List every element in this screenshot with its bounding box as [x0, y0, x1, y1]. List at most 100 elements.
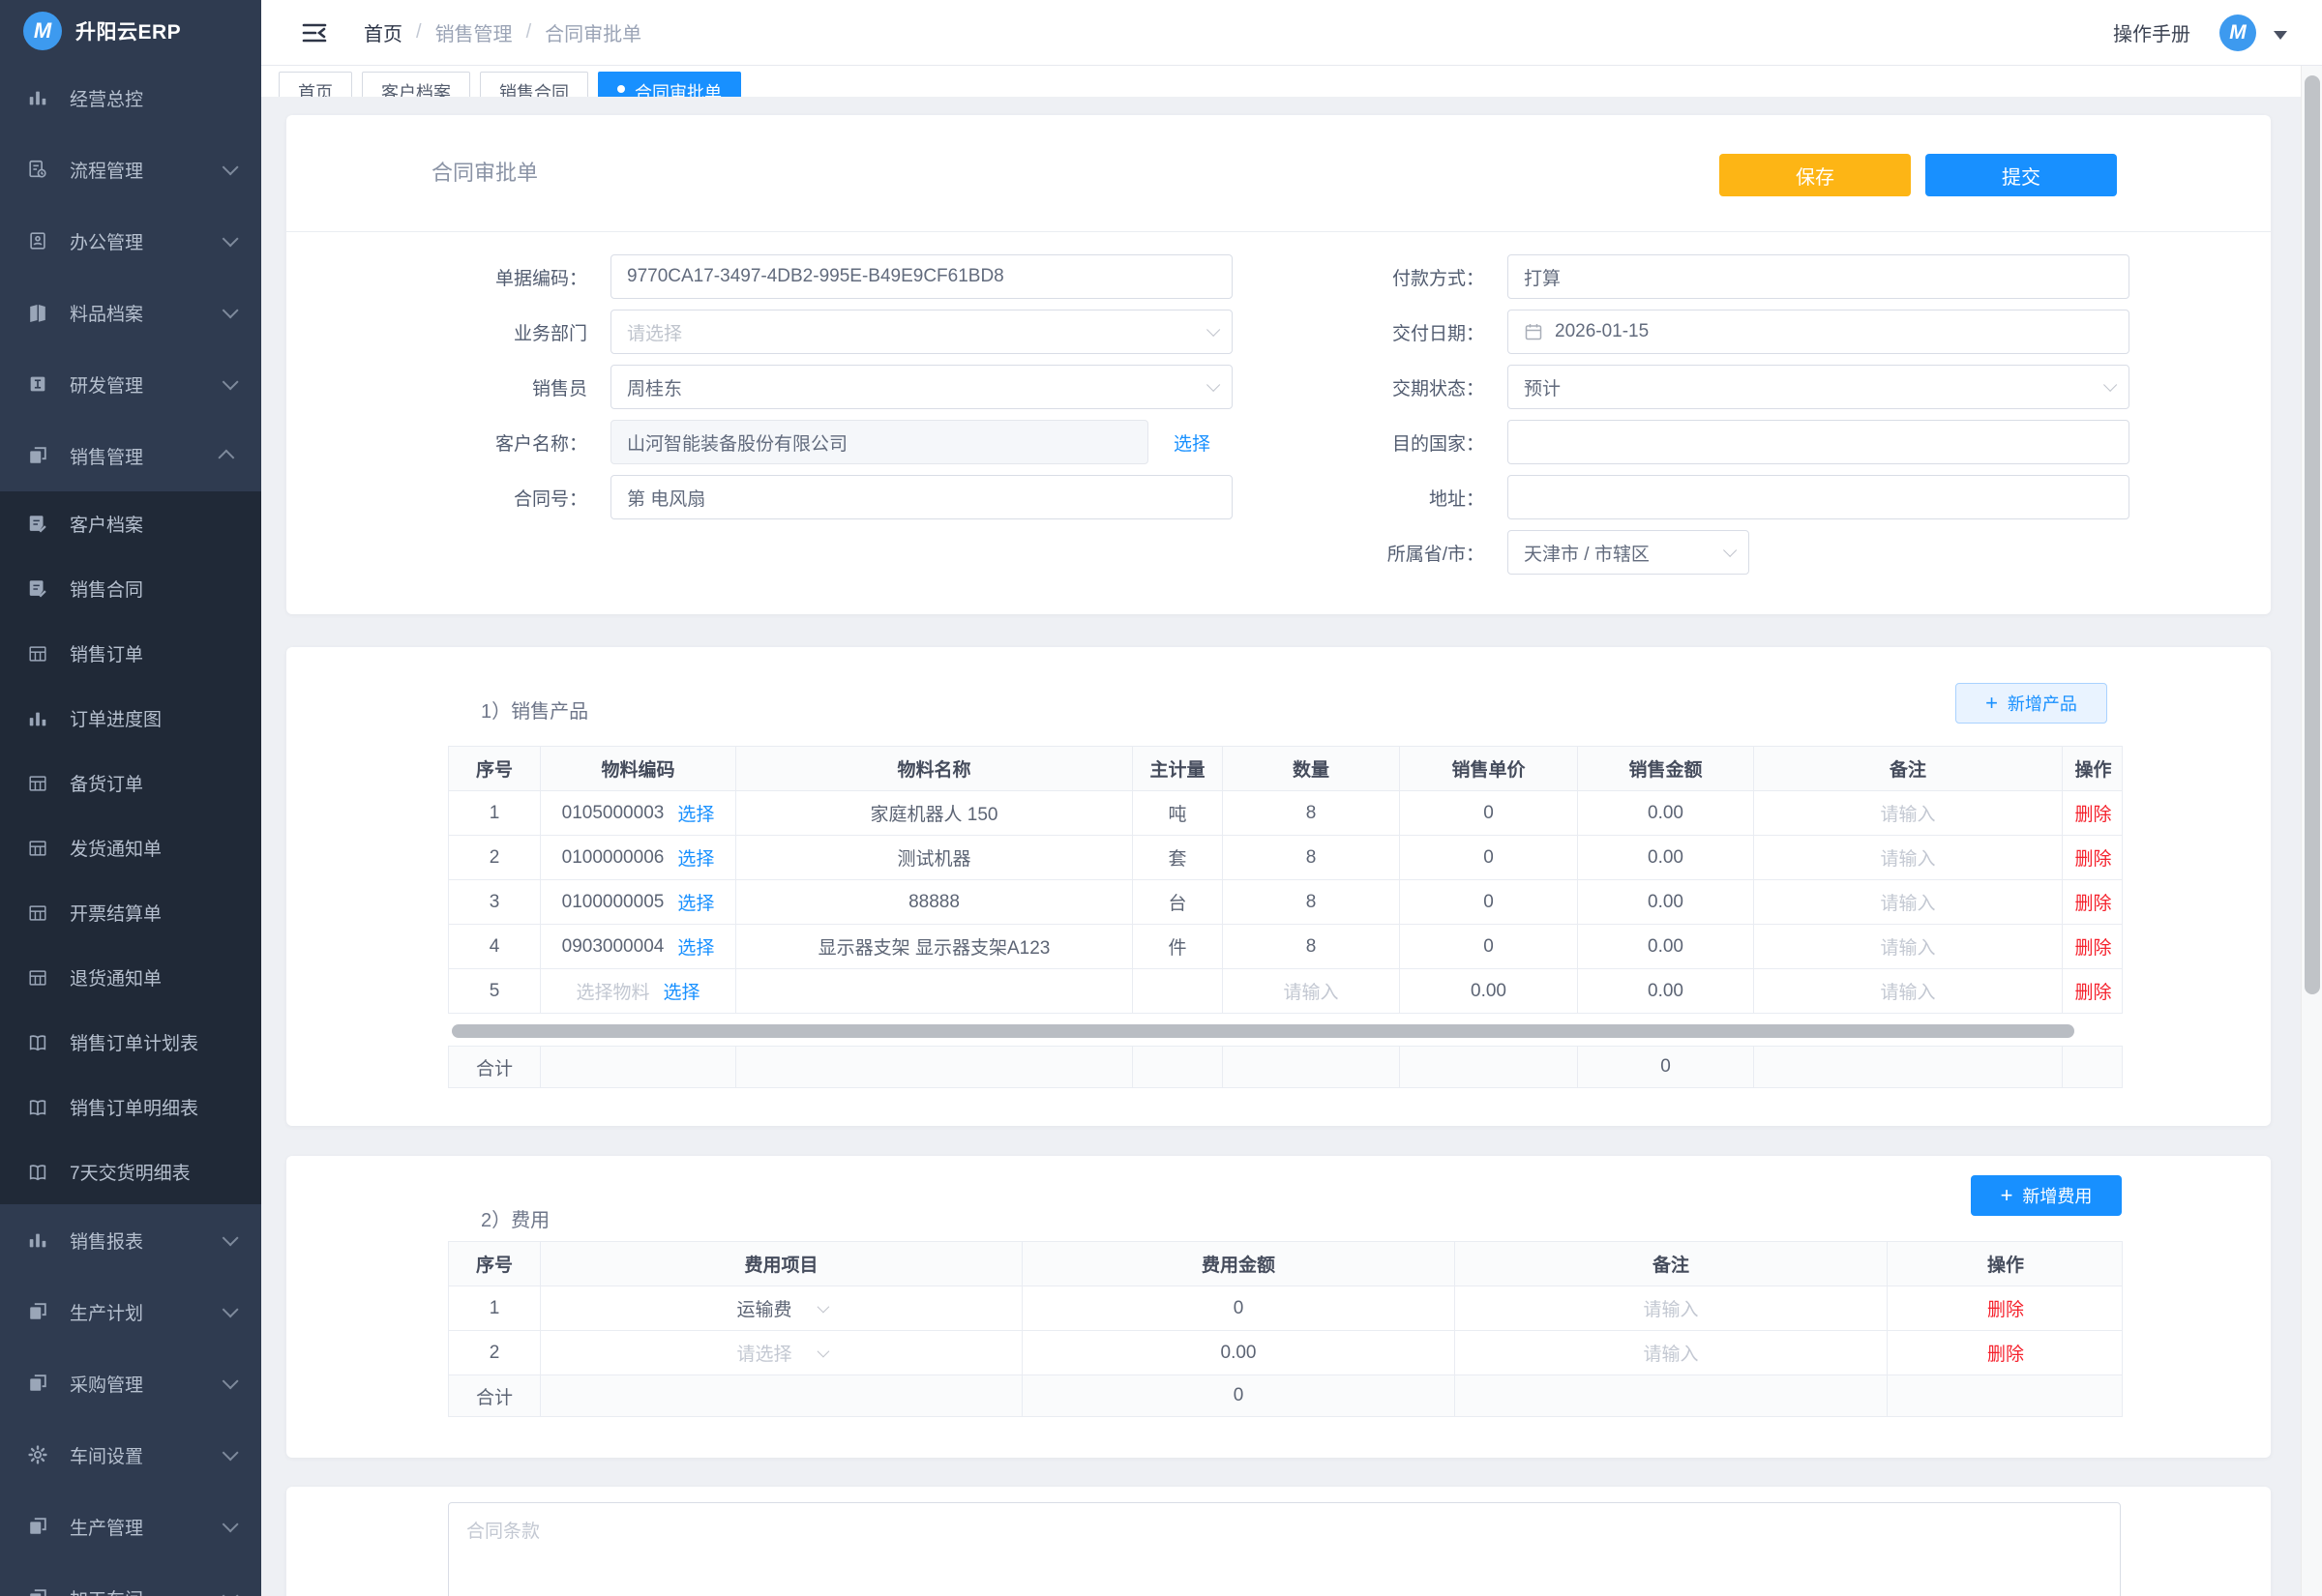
sidebar-item-客户档案[interactable]: 客户档案 — [0, 491, 261, 556]
manual-link[interactable]: 操作手册 — [2113, 18, 2190, 46]
sidebar-item-加工车间[interactable]: 加工车间 — [0, 1562, 261, 1596]
add-product-button[interactable]: + 新增产品 — [1955, 683, 2107, 724]
fee-item-select[interactable]: 运输费 — [540, 1286, 1022, 1330]
field-付款方式[interactable]: 打算 — [1507, 254, 2129, 299]
sidebar-item-研发管理[interactable]: 研发管理 — [0, 348, 261, 420]
contract-form-panel: 合同审批单 保存 提交 单据编码：9770CA17-3497-4DB2-995E… — [286, 115, 2271, 614]
breadcrumb-sales[interactable]: 销售管理 — [435, 18, 513, 46]
remark-cell[interactable]: 请输入 — [1753, 969, 2062, 1013]
sidebar-item-生产管理[interactable]: 生产管理 — [0, 1491, 261, 1562]
sidebar-item-退货通知单[interactable]: 退货通知单 — [0, 945, 261, 1010]
contract-terms-textarea[interactable]: 合同条款 — [448, 1502, 2121, 1596]
remark-cell[interactable]: 请输入 — [1454, 1286, 1887, 1330]
submit-button[interactable]: 提交 — [1925, 154, 2117, 196]
sidebar-item-备货订单[interactable]: 备货订单 — [0, 751, 261, 815]
page-scrollbar[interactable] — [2301, 66, 2322, 1596]
breadcrumb-home[interactable]: 首页 — [364, 18, 402, 46]
select-material-link[interactable]: 选择 — [677, 844, 714, 871]
quantity-cell[interactable]: 8 — [1222, 925, 1399, 968]
fee-amount-cell[interactable]: 0 — [1022, 1286, 1454, 1330]
select-field-销售员[interactable]: 周桂东 — [610, 365, 1233, 409]
delete-row-link[interactable]: 删除 — [2074, 978, 2111, 1004]
fee-item-select[interactable]: 请选择 — [540, 1331, 1022, 1374]
menu-fold-icon[interactable] — [300, 18, 329, 47]
sidebar-item-发货通知单[interactable]: 发货通知单 — [0, 815, 261, 880]
select-field-所属省市[interactable]: 天津市 / 市辖区 — [1507, 530, 1749, 575]
quantity-cell[interactable]: 请输入 — [1222, 969, 1399, 1013]
sidebar-item-办公管理[interactable]: 办公管理 — [0, 205, 261, 277]
tab-label: 客户档案 — [381, 79, 451, 97]
table-horizontal-scrollbar[interactable] — [452, 1024, 2074, 1038]
page-scrollbar-thumb[interactable] — [2305, 75, 2320, 994]
quantity-cell[interactable]: 8 — [1222, 880, 1399, 924]
delete-row-link[interactable]: 删除 — [2074, 889, 2111, 915]
chevron-down-icon — [223, 1587, 239, 1596]
add-fee-button[interactable]: + 新增费用 — [1971, 1175, 2122, 1216]
quantity: 8 — [1306, 803, 1317, 824]
sidebar-item-销售合同[interactable]: 销售合同 — [0, 556, 261, 621]
delete-row-link[interactable]: 删除 — [1987, 1295, 2024, 1321]
unit-price-cell[interactable]: 0 — [1399, 836, 1577, 879]
delete-row-link[interactable]: 删除 — [2074, 844, 2111, 871]
field-交付日期[interactable]: 2026-01-15 — [1507, 310, 2129, 354]
sidebar-item-经营总控[interactable]: 经营总控 — [0, 62, 261, 133]
remark-cell[interactable]: 请输入 — [1454, 1331, 1887, 1374]
unit-price-cell[interactable]: 0 — [1399, 791, 1577, 835]
field-客户名称[interactable]: 山河智能装备股份有限公司 — [610, 420, 1148, 464]
sidebar-item-7天交货明细表[interactable]: 7天交货明细表 — [0, 1139, 261, 1204]
unit-price-cell[interactable]: 0 — [1399, 880, 1577, 924]
delete-row-link[interactable]: 删除 — [1987, 1340, 2024, 1366]
sidebar-item-开票结算单[interactable]: 开票结算单 — [0, 880, 261, 945]
pages-icon — [26, 444, 49, 467]
remark-cell[interactable]: 请输入 — [1753, 791, 2062, 835]
remark-cell[interactable]: 请输入 — [1753, 836, 2062, 879]
select-material-link[interactable]: 选择 — [677, 800, 714, 826]
fee-amount-cell[interactable]: 0.00 — [1022, 1331, 1454, 1374]
select-material-link[interactable]: 选择 — [664, 978, 700, 1004]
user-menu-caret-icon[interactable] — [2274, 31, 2287, 40]
quantity-cell[interactable]: 8 — [1222, 791, 1399, 835]
form-row: 地址： — [1183, 475, 2129, 519]
sidebar-item-销售报表[interactable]: 销售报表 — [0, 1204, 261, 1276]
tab-合同审批单[interactable]: 合同审批单 — [598, 72, 741, 97]
user-avatar[interactable]: M — [2219, 15, 2256, 51]
app-logo[interactable]: M 升阳云ERP — [0, 0, 261, 62]
save-button[interactable]: 保存 — [1719, 154, 1911, 196]
form-row: 单据编码：9770CA17-3497-4DB2-995E-B49E9CF61BD… — [286, 254, 1233, 299]
remark-cell[interactable]: 请输入 — [1753, 925, 2062, 968]
action-cell: 删除 — [1887, 1331, 2124, 1374]
sidebar-item-订单进度图[interactable]: 订单进度图 — [0, 686, 261, 751]
quantity-cell[interactable]: 8 — [1222, 836, 1399, 879]
sidebar-item-生产计划[interactable]: 生产计划 — [0, 1276, 261, 1347]
sidebar-item-料品档案[interactable]: 料品档案 — [0, 277, 261, 348]
tab-首页[interactable]: 首页 — [279, 72, 352, 97]
remark-cell[interactable]: 请输入 — [1753, 880, 2062, 924]
field-地址[interactable] — [1507, 475, 2129, 519]
field-label: 目的国家： — [1183, 429, 1507, 456]
sidebar-item-采购管理[interactable]: 采购管理 — [0, 1347, 261, 1419]
unit-price-cell[interactable]: 0 — [1399, 925, 1577, 968]
tab-客户档案[interactable]: 客户档案 — [362, 72, 470, 97]
select-material-link[interactable]: 选择 — [677, 889, 714, 915]
sidebar-item-销售订单计划表[interactable]: 销售订单计划表 — [0, 1010, 261, 1075]
action-cell: 删除 — [2062, 836, 2124, 879]
sidebar-item-label: 经营总控 — [70, 85, 143, 111]
chart-icon — [26, 86, 49, 109]
delete-row-link[interactable]: 删除 — [2074, 800, 2111, 826]
select-field-业务部门[interactable]: 请选择 — [610, 310, 1233, 354]
unit-price-cell[interactable]: 0.00 — [1399, 969, 1577, 1013]
delete-row-link[interactable]: 删除 — [2074, 933, 2111, 960]
select-field-交期状态[interactable]: 预计 — [1507, 365, 2129, 409]
sidebar-item-车间设置[interactable]: 车间设置 — [0, 1419, 261, 1491]
sidebar-item-销售订单[interactable]: 销售订单 — [0, 621, 261, 686]
field-单据编码[interactable]: 9770CA17-3497-4DB2-995E-B49E9CF61BD8 — [610, 254, 1233, 299]
field-label: 业务部门 — [286, 319, 610, 345]
sidebar-item-流程管理[interactable]: 流程管理 — [0, 133, 261, 205]
sidebar-item-销售订单明细表[interactable]: 销售订单明细表 — [0, 1075, 261, 1139]
field-合同号[interactable]: 第 电风扇 — [610, 475, 1233, 519]
field-目的国家[interactable] — [1507, 420, 2129, 464]
field-label: 交期状态： — [1183, 374, 1507, 400]
sidebar-item-销售管理[interactable]: 销售管理 — [0, 420, 261, 491]
tab-销售合同[interactable]: 销售合同 — [480, 72, 588, 97]
select-material-link[interactable]: 选择 — [677, 933, 714, 960]
